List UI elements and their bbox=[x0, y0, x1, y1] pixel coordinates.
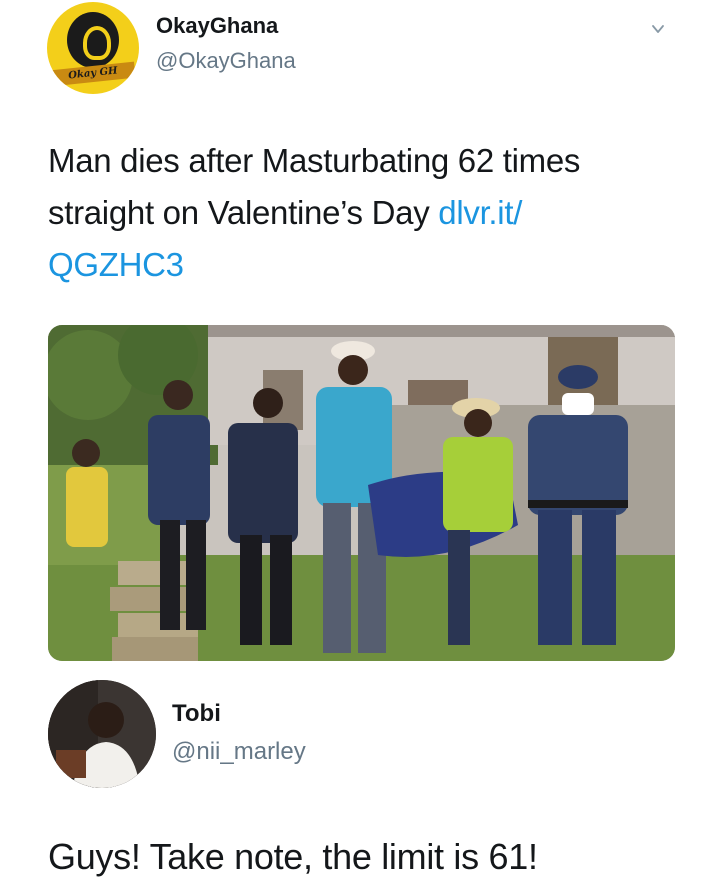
reply-display-name[interactable]: Tobi bbox=[172, 700, 221, 728]
reply-handle[interactable]: @nii_marley bbox=[172, 738, 306, 766]
photo-scene bbox=[48, 325, 675, 661]
brick-stack bbox=[110, 561, 198, 661]
tweet-text: Man dies after Masturbating 62 times str… bbox=[48, 135, 688, 291]
tobi-avatar-photo bbox=[48, 680, 156, 788]
tweet-link-part1[interactable]: dlvr.it/ bbox=[438, 194, 522, 231]
reply-text: Guys! Take note, the limit is 61! bbox=[48, 836, 538, 877]
ok-hand-logo-icon bbox=[67, 12, 119, 68]
okayghana-avatar[interactable]: Okay GH bbox=[47, 2, 139, 94]
tweet-link-part2[interactable]: QGZHC3 bbox=[48, 246, 184, 283]
tweet-handle[interactable]: @OkayGhana bbox=[156, 48, 296, 74]
tweet-media-photo[interactable] bbox=[48, 325, 675, 661]
tweet-display-name[interactable]: OkayGhana bbox=[156, 13, 278, 39]
chevron-down-icon[interactable] bbox=[651, 22, 665, 36]
tobi-avatar[interactable] bbox=[48, 680, 156, 788]
avatar-logo-text: Okay GH bbox=[50, 61, 136, 87]
